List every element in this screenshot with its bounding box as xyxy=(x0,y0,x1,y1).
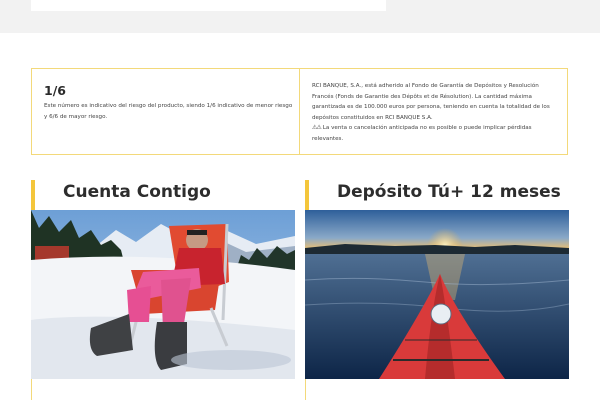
risk-description: Este número es indicativo del riesgo del… xyxy=(44,103,293,120)
liquidity-warning: ⚠⚠ La venta o cancelación anticipada no e… xyxy=(312,123,562,144)
risk-level-title: 1/6 xyxy=(44,83,66,98)
warning-icon: ⚠⚠ xyxy=(312,124,322,131)
guarantee-panel: RCI BANQUE, S.A., está adherido al Fondo… xyxy=(312,81,562,144)
product-title-2[interactable]: Depósito Tú+ 12 meses xyxy=(337,182,561,202)
liquidity-warning-text: La venta o cancelación anticipada no es … xyxy=(312,125,532,142)
accent-bar xyxy=(31,180,35,210)
accent-bar xyxy=(305,180,309,210)
risk-info-box: 1/6 Este número es indicativo del riesgo… xyxy=(31,68,568,155)
lake-sunset-image xyxy=(305,210,569,379)
top-background-band xyxy=(0,0,600,33)
top-card xyxy=(31,0,386,11)
product-title-1[interactable]: Cuenta Contigo xyxy=(63,182,211,202)
snow-scene-image xyxy=(31,210,295,379)
snow-lounger-photo[interactable] xyxy=(31,210,295,379)
product-card-body-2 xyxy=(305,379,569,400)
kayak-sunset-photo[interactable] xyxy=(305,210,569,379)
product-card-header-1: Cuenta Contigo xyxy=(31,180,295,210)
guarantee-text: RCI BANQUE, S.A., está adherido al Fondo… xyxy=(312,83,550,121)
risk-indicator-panel: 1/6 Este número es indicativo del riesgo… xyxy=(32,69,300,154)
product-card-header-2: Depósito Tú+ 12 meses xyxy=(305,180,569,210)
product-card-body-1 xyxy=(31,379,295,400)
